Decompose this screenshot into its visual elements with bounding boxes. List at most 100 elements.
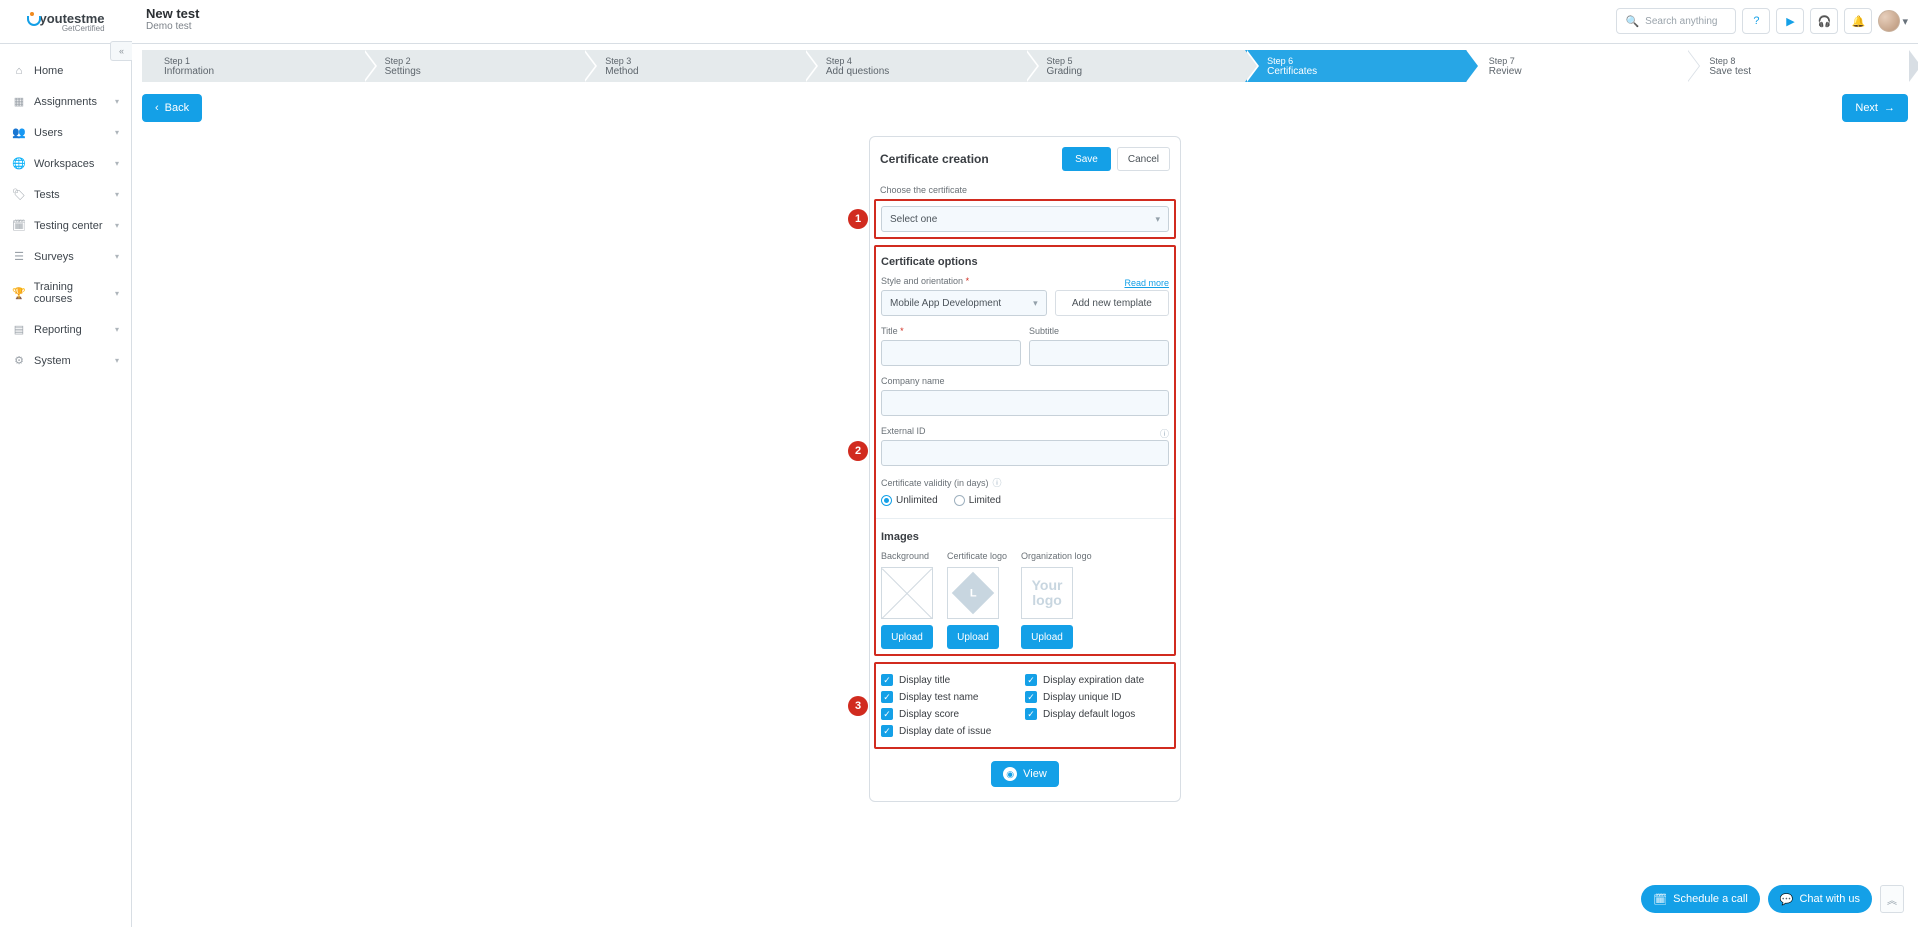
chevron-down-icon: ▾ bbox=[1902, 15, 1908, 28]
display-date-of-issue-checkbox[interactable]: ✓Display date of issue bbox=[881, 725, 1025, 737]
chevron-down-icon: ▾ bbox=[115, 128, 119, 137]
save-button[interactable]: Save bbox=[1062, 147, 1111, 171]
step-1[interactable]: Step 1Information bbox=[142, 50, 363, 82]
display-unique-id-checkbox[interactable]: ✓Display unique ID bbox=[1025, 691, 1169, 703]
display-default-logos-checkbox[interactable]: ✓Display default logos bbox=[1025, 708, 1169, 720]
read-more-link[interactable]: Read more bbox=[1124, 278, 1169, 288]
upload-cert-logo-button[interactable]: Upload bbox=[947, 625, 999, 649]
cert-logo-label: Certificate logo bbox=[947, 551, 1007, 561]
help-button[interactable]: ? bbox=[1742, 8, 1770, 34]
schedule-call-button[interactable]: 🗓 Schedule a call bbox=[1641, 885, 1760, 913]
display-test-name-checkbox[interactable]: ✓Display test name bbox=[881, 691, 1025, 703]
step-number: Step 1 bbox=[164, 56, 363, 66]
cancel-button[interactable]: Cancel bbox=[1117, 147, 1170, 171]
step-3[interactable]: Step 3Method bbox=[583, 50, 804, 82]
sidebar-item-reporting[interactable]: ▤Reporting▾ bbox=[0, 314, 131, 345]
step-title: Certificates bbox=[1267, 66, 1466, 77]
step-5[interactable]: Step 5Grading bbox=[1025, 50, 1246, 82]
annotation-badge-3: 3 bbox=[848, 696, 868, 716]
chat-button[interactable]: 💬 Chat with us bbox=[1768, 885, 1872, 913]
sidebar-item-workspaces[interactable]: 🌐Workspaces▾ bbox=[0, 148, 131, 179]
validity-limited-radio[interactable]: Limited bbox=[954, 495, 1001, 506]
step-title: Method bbox=[605, 66, 804, 77]
home-icon: ⌂ bbox=[12, 65, 26, 77]
sidebar-item-system[interactable]: ⚙System▾ bbox=[0, 345, 131, 376]
divider bbox=[876, 518, 1174, 519]
step-6[interactable]: Step 6Certificates bbox=[1245, 50, 1466, 82]
upload-background-button[interactable]: Upload bbox=[881, 625, 933, 649]
sidebar-item-label: Testing center bbox=[34, 220, 102, 232]
tests-icon: 🏷 bbox=[12, 188, 26, 201]
validity-label: Certificate validity (in days)ⓘ bbox=[881, 476, 1169, 489]
search-placeholder: Search anything bbox=[1645, 16, 1717, 27]
step-4[interactable]: Step 4Add questions bbox=[804, 50, 1025, 82]
add-template-button[interactable]: Add new template bbox=[1055, 290, 1169, 316]
search-icon: 🔍 bbox=[1625, 15, 1639, 28]
annotation-box-3: 3 ✓Display title ✓Display test name ✓Dis… bbox=[874, 662, 1176, 749]
chevron-down-icon: ▾ bbox=[115, 190, 119, 199]
step-title: Add questions bbox=[826, 66, 1025, 77]
external-id-input[interactable] bbox=[881, 440, 1169, 466]
display-title-checkbox[interactable]: ✓Display title bbox=[881, 674, 1025, 686]
surveys-icon: ☰ bbox=[12, 250, 26, 263]
page-title: New test bbox=[146, 7, 199, 21]
sidebar-item-testing-center[interactable]: 🗓Testing center▾ bbox=[0, 210, 131, 241]
display-expiration-checkbox[interactable]: ✓Display expiration date bbox=[1025, 674, 1169, 686]
brand-logo[interactable]: youtestme GetCertified bbox=[0, 0, 132, 44]
search-input[interactable]: 🔍 Search anything bbox=[1616, 8, 1736, 34]
title-input[interactable] bbox=[881, 340, 1021, 366]
company-input[interactable] bbox=[881, 390, 1169, 416]
style-value: Mobile App Development bbox=[890, 298, 1001, 309]
user-menu[interactable]: ▾ bbox=[1878, 10, 1908, 32]
display-score-checkbox[interactable]: ✓Display score bbox=[881, 708, 1025, 720]
style-select[interactable]: Mobile App Development ▾ bbox=[881, 290, 1047, 316]
info-icon[interactable]: ⓘ bbox=[1160, 427, 1169, 440]
step-number: Step 3 bbox=[605, 56, 804, 66]
choose-certificate-label: Choose the certificate bbox=[880, 185, 1170, 195]
step-7[interactable]: Step 7Review bbox=[1466, 50, 1688, 82]
annotation-badge-1: 1 bbox=[848, 209, 868, 229]
view-label: View bbox=[1023, 768, 1047, 780]
chevron-up-icon: ︽ bbox=[1887, 892, 1897, 907]
chevron-down-icon: ▾ bbox=[1155, 214, 1160, 225]
sidebar-item-label: System bbox=[34, 355, 71, 367]
page-subtitle: Demo test bbox=[146, 21, 199, 32]
step-2[interactable]: Step 2Settings bbox=[363, 50, 584, 82]
play-button[interactable]: ▶ bbox=[1776, 8, 1804, 34]
org-logo-label: Organization logo bbox=[1021, 551, 1092, 561]
sidebar-item-label: Reporting bbox=[34, 324, 82, 336]
chevron-down-icon: ▾ bbox=[115, 252, 119, 261]
upload-org-logo-button[interactable]: Upload bbox=[1021, 625, 1073, 649]
choose-certificate-select[interactable]: Select one ▾ bbox=[881, 206, 1169, 232]
sidebar-item-label: Surveys bbox=[34, 251, 74, 263]
validity-unlimited-radio[interactable]: Unlimited bbox=[881, 495, 938, 506]
step-number: Step 2 bbox=[385, 56, 584, 66]
title-label: Title bbox=[881, 326, 1021, 336]
external-id-label: External ID bbox=[881, 426, 926, 436]
support-button[interactable]: 🎧 bbox=[1810, 8, 1838, 34]
step-title: Information bbox=[164, 66, 363, 77]
annotation-box-2: 2 Certificate options Style and orientat… bbox=[874, 245, 1176, 656]
view-button[interactable]: ◉ View bbox=[991, 761, 1059, 787]
sidebar-item-label: Home bbox=[34, 65, 63, 77]
sidebar-collapse-button[interactable]: « bbox=[110, 41, 132, 61]
brand-subtext: GetCertified bbox=[62, 24, 105, 33]
sidebar-item-users[interactable]: 👥Users▾ bbox=[0, 117, 131, 148]
next-button[interactable]: Next → bbox=[1842, 94, 1908, 122]
sidebar-item-tests[interactable]: 🏷Tests▾ bbox=[0, 179, 131, 210]
step-number: Step 6 bbox=[1267, 56, 1466, 66]
scroll-top-button[interactable]: ︽ bbox=[1880, 885, 1904, 913]
notifications-button[interactable]: 🔔 bbox=[1844, 8, 1872, 34]
subtitle-input[interactable] bbox=[1029, 340, 1169, 366]
sidebar-item-surveys[interactable]: ☰ Surveys ▾ bbox=[0, 241, 131, 272]
sidebar-item-label: Workspaces bbox=[34, 158, 94, 170]
info-icon[interactable]: ⓘ bbox=[993, 478, 1002, 488]
bell-icon: 🔔 bbox=[1852, 15, 1866, 28]
arrow-right-icon: → bbox=[1884, 102, 1895, 114]
back-button[interactable]: ‹ Back bbox=[142, 94, 202, 122]
sidebar-item-training-courses[interactable]: 🏆Training courses▾ bbox=[0, 272, 131, 314]
certificate-card: Certificate creation Save Cancel Choose … bbox=[869, 136, 1181, 802]
step-number: Step 7 bbox=[1489, 56, 1688, 66]
sidebar-item-assignments[interactable]: ▦Assignments▾ bbox=[0, 86, 131, 117]
step-8[interactable]: Step 8Save test bbox=[1687, 50, 1908, 82]
